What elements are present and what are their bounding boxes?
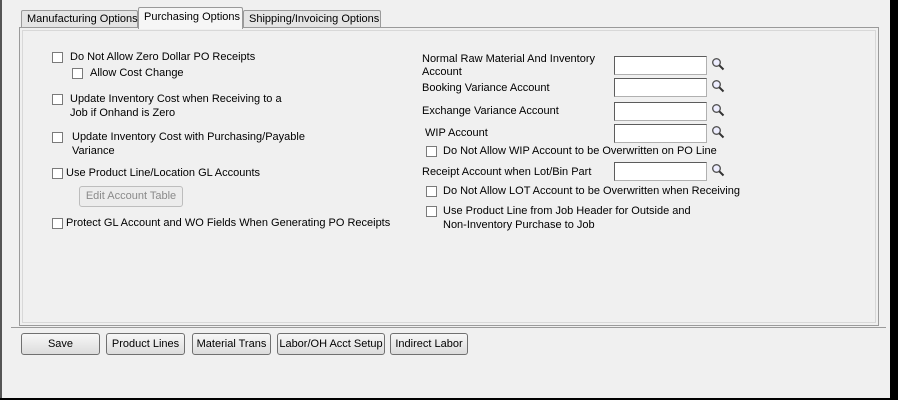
protect-gl-label: Protect GL Account and WO Fields When Ge… <box>66 217 391 229</box>
edit-account-table-button[interactable]: Edit Account Table <box>79 186 183 207</box>
receipt-lot-bin-label: Receipt Account when Lot/Bin Part <box>422 166 592 178</box>
update-inventory-cost-receiving-label-2: Job if Onhand is Zero <box>70 107 176 119</box>
wip-account-label: WIP Account <box>425 127 488 139</box>
use-job-header-checkbox[interactable] <box>426 206 437 217</box>
use-job-header-label-1: Use Product Line from Job Header for Out… <box>443 205 691 217</box>
receipt-lot-bin-input[interactable] <box>614 162 707 181</box>
material-trans-button[interactable]: Material Trans <box>192 333 271 355</box>
magnifier-icon[interactable] <box>711 103 725 117</box>
normal-raw-material-input[interactable] <box>614 56 707 75</box>
tab-purchasing-options[interactable]: Purchasing Options <box>138 7 243 29</box>
no-lot-overwrite-label: Do Not Allow LOT Account to be Overwritt… <box>443 185 740 197</box>
update-inventory-cost-variance-checkbox[interactable] <box>52 132 63 143</box>
update-inventory-cost-receiving-label-1: Update Inventory Cost when Receiving to … <box>70 93 282 105</box>
product-lines-button[interactable]: Product Lines <box>106 333 185 355</box>
normal-raw-material-label-2: Account <box>422 66 462 78</box>
update-inventory-cost-variance-label-2: Variance <box>72 145 115 157</box>
no-wip-overwrite-label: Do Not Allow WIP Account to be Overwritt… <box>443 145 717 157</box>
normal-raw-material-label-1: Normal Raw Material And Inventory <box>422 53 596 65</box>
magnifier-icon[interactable] <box>711 57 725 71</box>
save-button[interactable]: Save <box>21 333 100 355</box>
exchange-variance-label: Exchange Variance Account <box>422 105 559 117</box>
footer-separator <box>11 327 886 328</box>
labor-oh-acct-setup-button[interactable]: Labor/OH Acct Setup <box>277 333 385 355</box>
tab-manufacturing-options[interactable]: Manufacturing Options <box>21 10 138 28</box>
exchange-variance-input[interactable] <box>614 102 707 121</box>
magnifier-icon[interactable] <box>711 125 725 139</box>
window-border-left <box>0 0 2 400</box>
magnifier-icon[interactable] <box>711 79 725 93</box>
allow-cost-change-checkbox[interactable] <box>72 68 83 79</box>
indirect-labor-button[interactable]: Indirect Labor <box>390 333 468 355</box>
use-job-header-label-2: Non-Inventory Purchase to Job <box>443 219 595 231</box>
use-product-line-label: Use Product Line/Location GL Accounts <box>66 167 261 179</box>
window-border-right <box>890 0 898 400</box>
tab-shipping-invoicing-options[interactable]: Shipping/Invoicing Options <box>243 10 381 28</box>
magnifier-icon[interactable] <box>711 163 725 177</box>
update-inventory-cost-receiving-checkbox[interactable] <box>52 94 63 105</box>
use-product-line-checkbox[interactable] <box>52 168 63 179</box>
no-wip-overwrite-checkbox[interactable] <box>426 146 437 157</box>
wip-account-input[interactable] <box>614 124 707 143</box>
protect-gl-checkbox[interactable] <box>52 218 63 229</box>
no-lot-overwrite-checkbox[interactable] <box>426 186 437 197</box>
allow-cost-change-label: Allow Cost Change <box>90 67 184 79</box>
booking-variance-label: Booking Variance Account <box>422 82 550 94</box>
zero-dollar-po-checkbox[interactable] <box>52 52 63 63</box>
booking-variance-input[interactable] <box>614 78 707 97</box>
update-inventory-cost-variance-label-1: Update Inventory Cost with Purchasing/Pa… <box>72 131 305 143</box>
zero-dollar-po-label: Do Not Allow Zero Dollar PO Receipts <box>70 51 256 63</box>
